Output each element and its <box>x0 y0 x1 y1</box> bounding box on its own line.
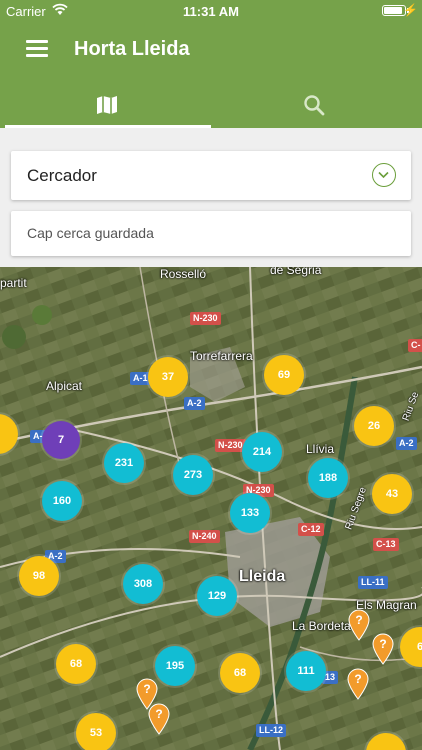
place-label: partit <box>0 276 27 290</box>
place-label: de Segrià <box>270 267 322 277</box>
place-label: La Bordeta <box>292 619 351 633</box>
map-pin-icon[interactable]: ? <box>348 609 370 641</box>
chevron-glyph <box>378 171 389 179</box>
road-badge: N-230 <box>190 312 221 325</box>
place-label: Lleida <box>239 568 286 585</box>
map-cluster[interactable]: 129 <box>197 576 237 616</box>
map-icon <box>97 96 117 114</box>
pin-label: ? <box>379 637 386 651</box>
place-label: Rosselló <box>160 267 207 281</box>
map-cluster[interactable]: 53 <box>76 713 116 750</box>
map-pin-icon[interactable]: ? <box>347 668 369 700</box>
map-cluster[interactable]: 188 <box>308 458 348 498</box>
map-cluster[interactable]: 273 <box>173 455 213 495</box>
map-cluster[interactable]: 231 <box>104 443 144 483</box>
place-label: Torrefarrera <box>190 349 253 363</box>
map-pin-icon[interactable]: ? <box>148 703 170 735</box>
map-cluster[interactable]: 43 <box>372 474 412 514</box>
finder-label: Cercador <box>27 166 97 185</box>
place-label: Alpicat <box>46 379 83 393</box>
road-badge: N-230 <box>215 439 246 452</box>
pin-label: ? <box>155 707 162 721</box>
map-cluster[interactable]: 214 <box>242 432 282 472</box>
road-badge: A-2 <box>396 437 417 450</box>
tab-map[interactable] <box>0 84 211 128</box>
road-badge: A-2 <box>184 397 205 410</box>
road-badge: N-240 <box>189 530 220 543</box>
app-title: Horta Lleida <box>74 38 190 60</box>
finder-card[interactable]: Cercador <box>11 151 411 200</box>
charging-icon: ⚡ <box>403 3 418 17</box>
map-cluster[interactable]: 68 <box>220 653 260 693</box>
road-badge: LL-11 <box>358 576 388 589</box>
app-header: Horta Lleida <box>0 22 422 128</box>
road-badge: LL-12 <box>256 724 287 737</box>
map-cluster[interactable]: 195 <box>155 646 195 686</box>
map-pin-icon[interactable]: ? <box>372 633 394 665</box>
menu-icon[interactable] <box>26 40 48 58</box>
pin-label: ? <box>354 672 361 686</box>
map-cluster[interactable]: 68 <box>56 644 96 684</box>
road-badge: C-13 <box>373 538 399 551</box>
map-cluster[interactable]: 111 <box>286 651 326 691</box>
status-bar: Carrier 11:31 AM ⚡ <box>0 0 422 22</box>
map-cluster[interactable]: 98 <box>19 556 59 596</box>
saved-search-label: Cap cerca guardada <box>27 225 154 241</box>
place-label: Llívia <box>306 442 335 456</box>
clock: 11:31 AM <box>183 4 239 19</box>
tab-search[interactable] <box>211 84 422 128</box>
road-badge: C-12 <box>298 523 324 536</box>
search-panel: Cercador Cap cerca guardada <box>0 128 422 267</box>
map-cluster[interactable]: 7 <box>42 421 80 459</box>
map-view[interactable]: Rosselló de Segrià partit Torrefarrera A… <box>0 267 422 750</box>
map-cluster[interactable]: 133 <box>230 493 270 533</box>
pin-label: ? <box>355 613 362 627</box>
map-cluster[interactable]: 26 <box>354 406 394 446</box>
pin-label: ? <box>143 682 150 696</box>
map-cluster[interactable]: 37 <box>148 357 188 397</box>
search-icon <box>304 95 325 116</box>
saved-search-card: Cap cerca guardada <box>11 211 411 256</box>
map-cluster[interactable]: 160 <box>42 481 82 521</box>
road-badge: C- <box>408 339 422 352</box>
map-cluster[interactable]: 69 <box>264 355 304 395</box>
chevron-down-icon[interactable] <box>372 163 396 187</box>
map-cluster[interactable]: 308 <box>123 564 163 604</box>
